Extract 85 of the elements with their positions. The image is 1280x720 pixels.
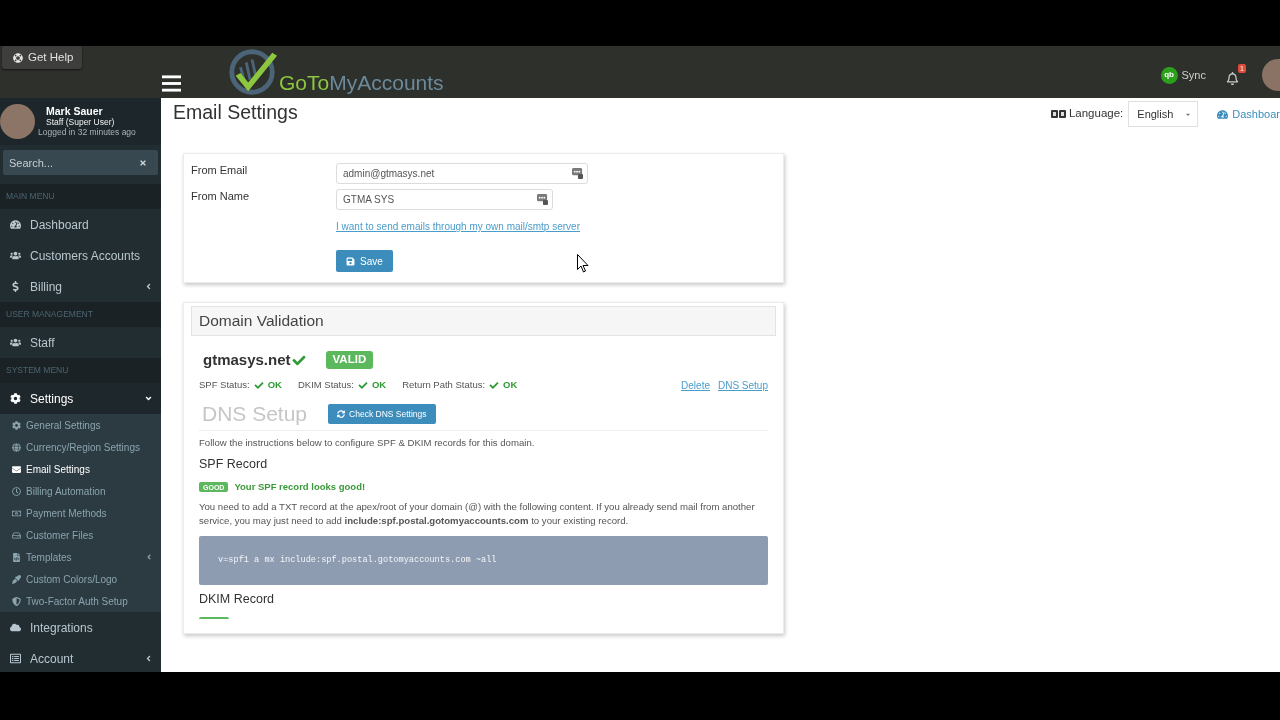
dollar-icon	[10, 281, 21, 292]
mouse-cursor-icon	[577, 254, 589, 273]
submenu-item[interactable]: Email Settings	[0, 458, 161, 480]
password-dots-icon	[537, 194, 548, 205]
brand-name: GoToMyAccounts	[279, 71, 444, 95]
language-label: Language:	[1068, 106, 1124, 122]
avatar	[0, 104, 35, 139]
record-heading: SPF Record	[199, 456, 269, 472]
domain-name: gtmasys.net	[203, 349, 291, 370]
sidebar-item[interactable]: Account	[0, 643, 161, 672]
bell-icon	[1226, 72, 1239, 85]
submenu-item[interactable]: Payment Methods	[0, 502, 161, 524]
sync-button[interactable]: qb Sync	[1160, 66, 1206, 84]
language-select[interactable]: English	[1128, 101, 1199, 127]
gauge-icon	[10, 219, 21, 230]
clock-icon	[12, 486, 21, 496]
field-label: From Name	[190, 189, 251, 203]
smtp-link[interactable]: I want to send emails through my own mail/smtp server	[336, 220, 580, 234]
submenu-item[interactable]: Two-Factor Auth Setup	[0, 590, 161, 612]
check-dns-button[interactable]: Check DNS Settings	[328, 404, 436, 424]
users-icon	[10, 250, 21, 261]
login-status: Logged in 32 minutes ago	[38, 127, 136, 138]
submenu-item[interactable]: Templates	[0, 546, 161, 568]
page-title: Email Settings	[173, 100, 298, 124]
hard-drive-icon	[12, 530, 21, 540]
text-input[interactable]: admin@gtmasys.net	[336, 163, 588, 184]
sync-logo: qb	[1160, 66, 1178, 84]
gear-icon	[12, 420, 21, 430]
list-icon	[10, 653, 21, 664]
file-code-icon	[12, 552, 21, 562]
text-input[interactable]: GTMA SYS	[336, 189, 553, 210]
eyedropper-icon	[12, 574, 21, 584]
breadcrumb-link[interactable]: Dashboar	[1217, 105, 1280, 123]
sidebar-item[interactable]: Staff	[0, 327, 161, 358]
field-label: From Email	[190, 163, 249, 177]
status-label: DKIM Status:	[297, 377, 354, 392]
section-header: SYSTEM MENU	[0, 358, 161, 383]
submenu-item[interactable]: Customer Files	[0, 524, 161, 546]
envelope-icon	[12, 464, 21, 474]
instructions-text: Follow the instructions below to configure SPF & DKIM records for this domain.	[199, 437, 536, 449]
user-name: Mark Sauer	[45, 105, 104, 117]
lifebuoy-icon	[13, 52, 23, 63]
submenu-item[interactable]: Currency/Region Settings	[0, 436, 161, 458]
record-heading: DKIM Record	[199, 591, 276, 607]
code-block: v=spf1 a mx include:spf.postal.gotomyaccounts.com ~all	[199, 536, 768, 585]
cloud-icon	[10, 622, 21, 633]
section-title: DNS Setup	[202, 402, 308, 426]
action-link[interactable]: Delete	[681, 377, 710, 393]
sidebar-item[interactable]: Integrations	[0, 612, 161, 643]
submenu-item[interactable]: Billing Automation	[0, 480, 161, 502]
password-dots-icon	[572, 168, 583, 179]
panel-header: Domain Validation	[191, 306, 776, 336]
sidebar-item[interactable]: Billing	[0, 271, 161, 302]
status-label: SPF Status:	[199, 377, 250, 392]
users-icon	[10, 337, 21, 348]
menu-icon	[161, 74, 181, 92]
shield-icon	[12, 596, 21, 606]
status-label: Return Path Status:	[402, 377, 486, 392]
save-button[interactable]: Save	[336, 250, 393, 272]
section-header: USER MANAGEMENT	[0, 302, 161, 327]
sidebar-item[interactable]: Settings	[0, 383, 161, 414]
section-header: MAIN MENU	[0, 184, 161, 209]
user-role: Staff (Super User)	[45, 117, 116, 127]
gear-icon	[10, 393, 21, 404]
help-button[interactable]: Get Help	[2, 46, 82, 69]
language-icon	[1050, 110, 1066, 118]
gauge-icon	[1217, 108, 1229, 120]
search-field[interactable]: Search...	[3, 150, 158, 175]
refresh-icon	[337, 410, 346, 418]
status-value: OK	[267, 377, 282, 392]
close-icon[interactable]	[139, 158, 147, 167]
menu-button[interactable]	[161, 74, 181, 92]
submenu-item[interactable]: General Settings	[0, 414, 161, 436]
sidebar-item[interactable]: Dashboard	[0, 209, 161, 240]
status-value: OK	[503, 377, 518, 392]
status-badge: VALID	[325, 351, 374, 369]
success-message: Your SPF record looks good!	[234, 479, 366, 494]
globe-icon	[12, 442, 21, 452]
submenu-item[interactable]: Custom Colors/Logo	[0, 568, 161, 590]
banknote-icon	[12, 508, 21, 518]
logo-icon	[227, 47, 279, 97]
record-description: You need to add a TXT record at the apex/root of your domain (@) with the following content. If you already send mail from another service, you may just need to add include:spf.postal.gotomyaccounts.com to your existing record.	[199, 500, 756, 528]
action-link[interactable]: DNS Setup	[717, 377, 768, 393]
sidebar-item[interactable]: Customers Accounts	[0, 240, 161, 271]
status-value: OK	[371, 377, 387, 392]
